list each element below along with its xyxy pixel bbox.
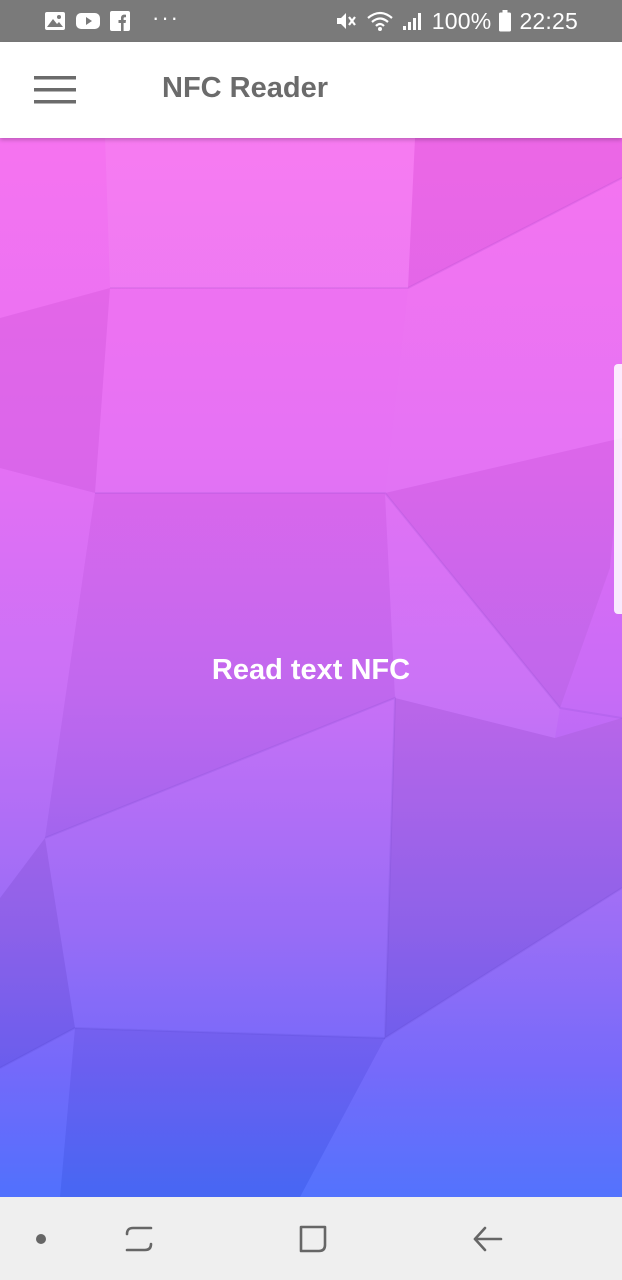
system-indicators: 100% 22:25 [334, 0, 578, 42]
page-title: NFC Reader [162, 72, 328, 104]
mute-icon [334, 10, 358, 32]
dot-icon [35, 1233, 47, 1245]
recents-button[interactable] [108, 1197, 170, 1280]
edge-panel-handle[interactable] [614, 364, 622, 614]
battery-icon [499, 10, 512, 32]
back-button[interactable] [456, 1197, 518, 1280]
signal-icon [402, 11, 424, 31]
facebook-icon [110, 11, 130, 31]
back-icon [471, 1224, 503, 1254]
clock: 22:25 [519, 7, 578, 34]
app-bar: NFC Reader [0, 42, 622, 138]
gallery-icon [44, 11, 66, 31]
hamburger-icon [34, 75, 76, 105]
wifi-icon [366, 10, 394, 32]
read-text-nfc-button[interactable]: Read text NFC [150, 638, 472, 702]
more-notifications-icon: ··· [152, 5, 180, 30]
recents-icon [123, 1224, 155, 1254]
home-button[interactable] [282, 1197, 344, 1280]
nav-dot-button[interactable] [16, 1197, 66, 1280]
status-bar: ··· 100% 22:25 [0, 0, 622, 42]
home-icon [297, 1223, 329, 1255]
navigation-bar [0, 1197, 622, 1280]
main-content: Read text NFC [0, 138, 622, 1197]
menu-button[interactable] [22, 62, 88, 118]
youtube-icon [76, 12, 100, 30]
battery-percentage: 100% [431, 7, 492, 34]
notification-icons: ··· [44, 0, 180, 42]
